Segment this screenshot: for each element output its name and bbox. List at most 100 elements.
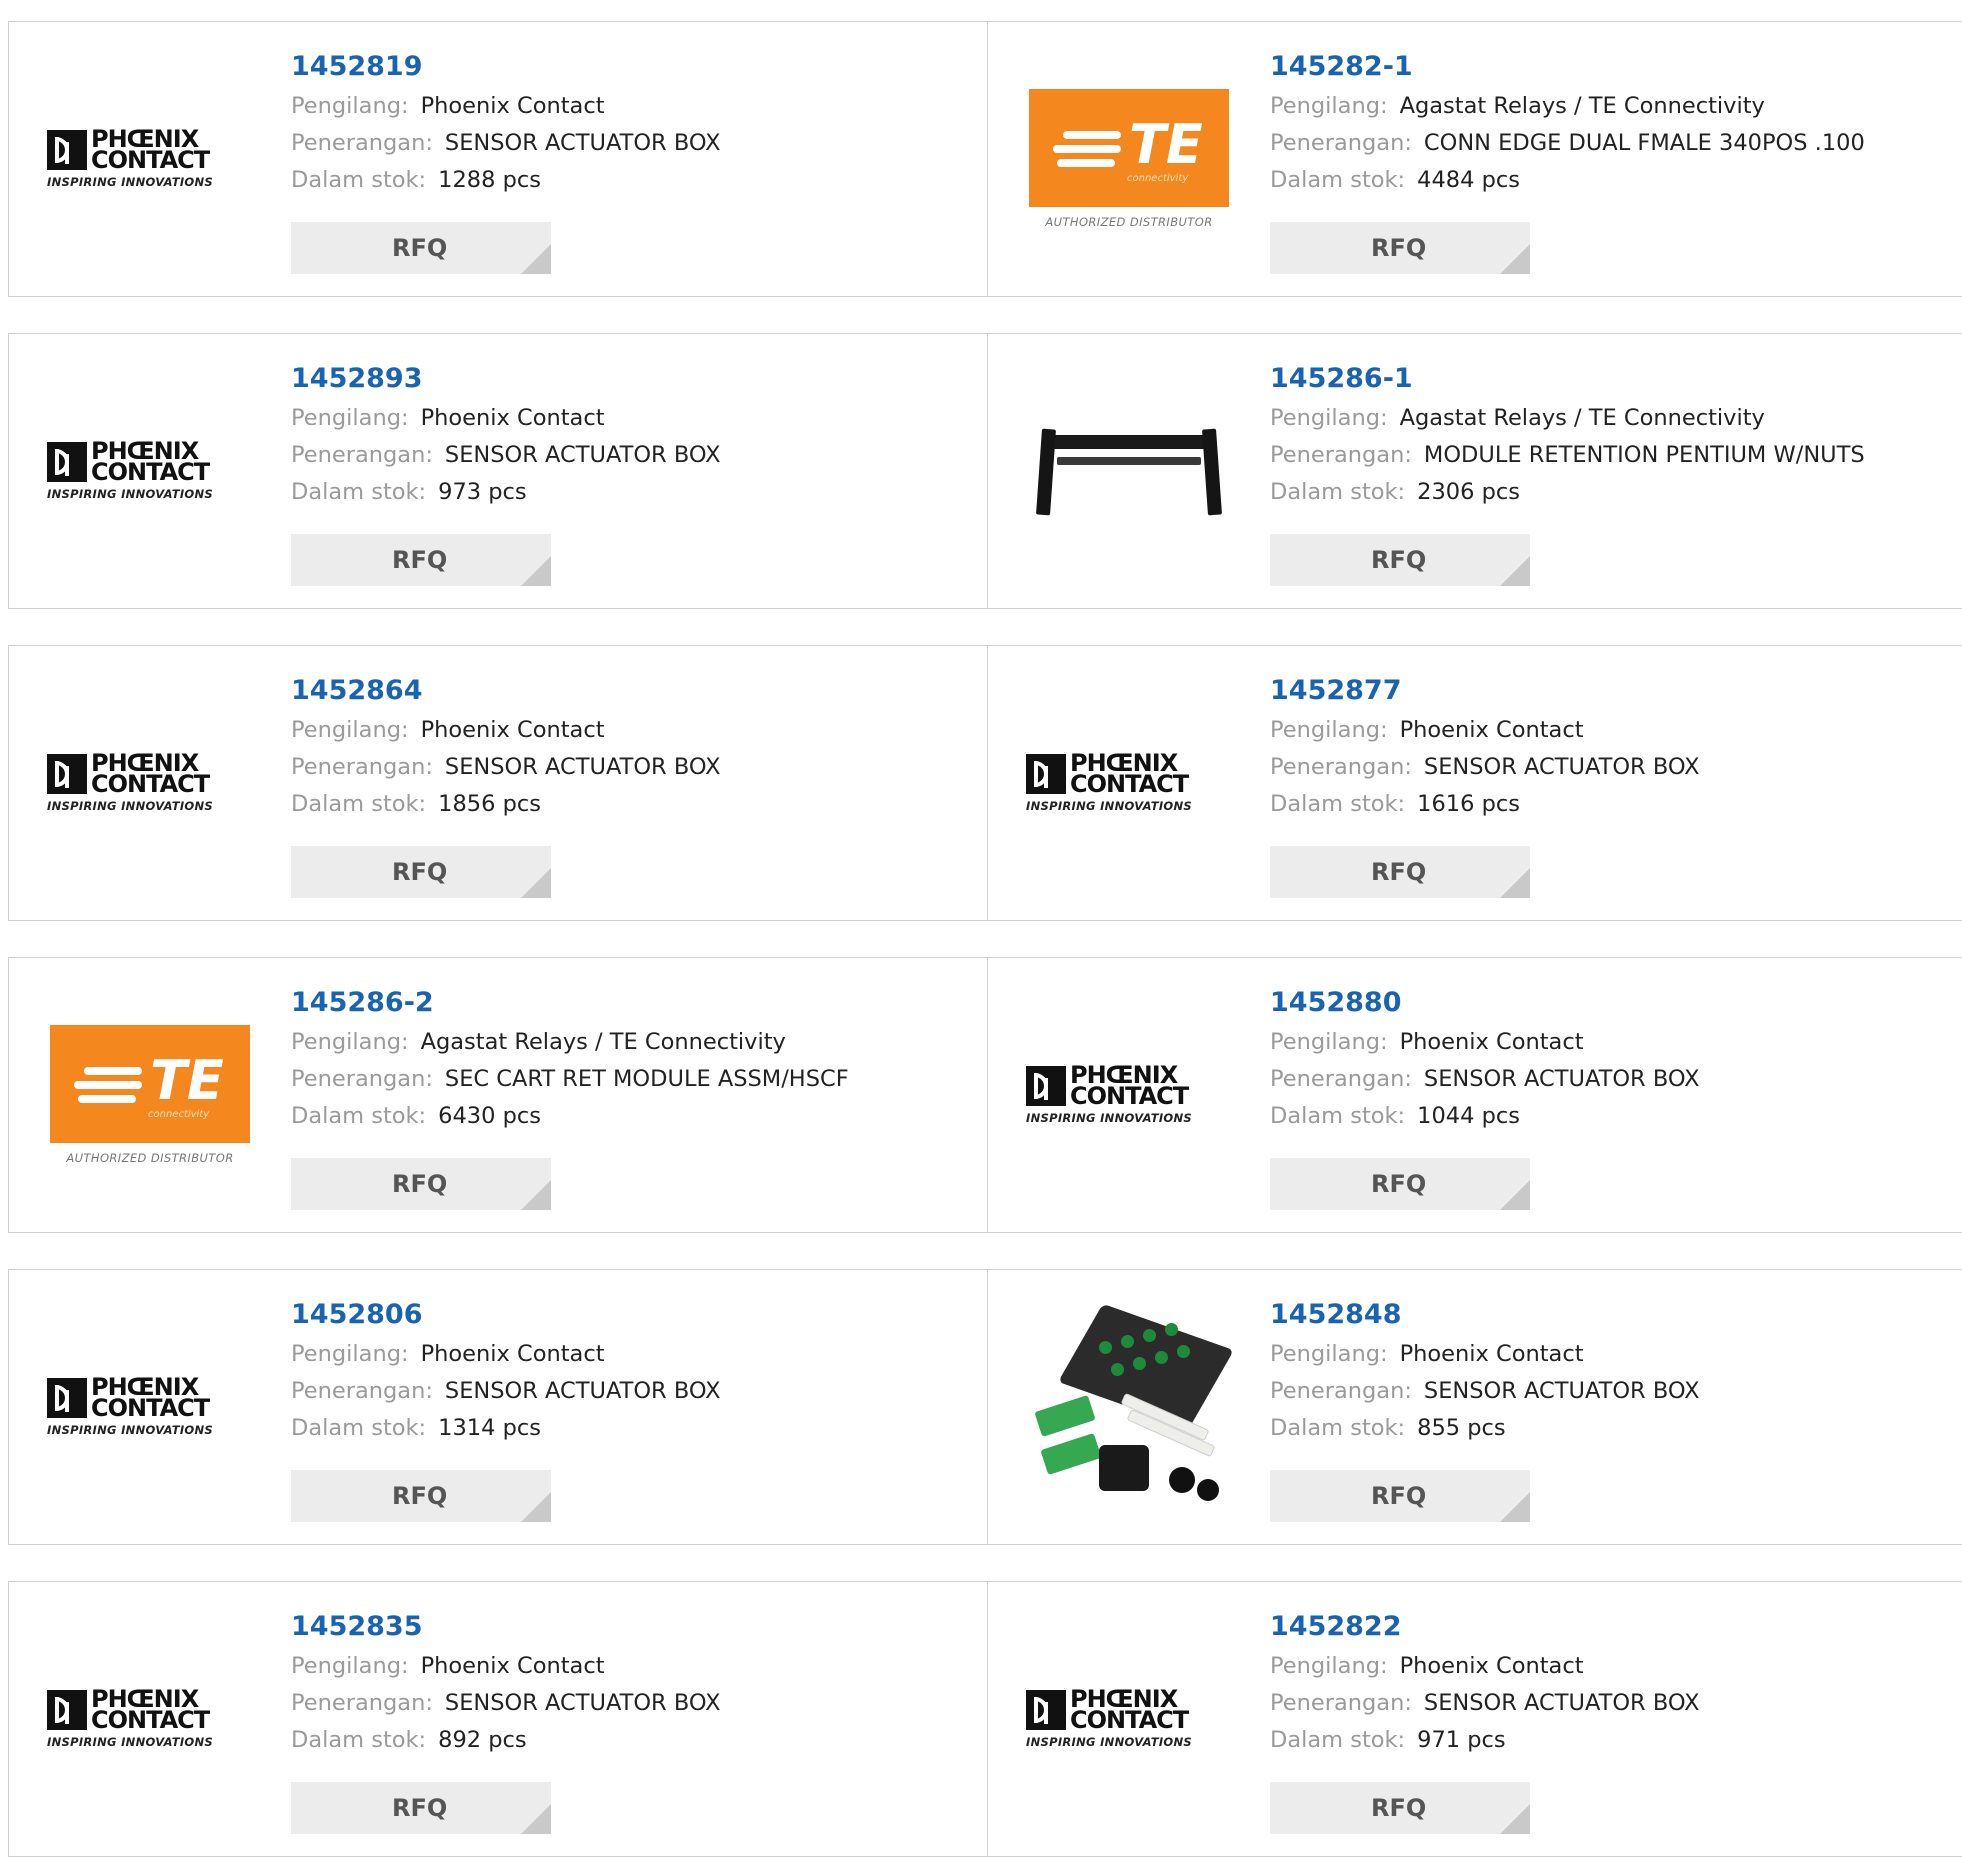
- stock-label: Dalam stok:: [291, 167, 427, 193]
- product-card: 145286-1 Pengilang: Agastat Relays / TE Co…: [987, 333, 1962, 609]
- manufacturer-row: Pengilang: Phoenix Contact: [1270, 1336, 1700, 1373]
- part-number-link[interactable]: 145286-1: [1270, 362, 1865, 400]
- product-card: TE connectivity AUTHORIZED DISTRIBUTOR 1452…: [987, 21, 1962, 297]
- part-number-link[interactable]: 1452822: [1270, 1610, 1700, 1648]
- product-info: 1452848 Pengilang: Phoenix Contact Penerang…: [1270, 1298, 1700, 1447]
- description-value: SENSOR ACTUATOR BOX: [444, 1378, 721, 1404]
- description-label: Penerangan:: [1270, 1690, 1412, 1716]
- description-row: Penerangan: CONN EDGE DUAL FMALE 340POS .…: [1270, 125, 1865, 162]
- logo-tagline: INSPIRING INNOVATIONS: [47, 487, 214, 501]
- manufacturer-row: Pengilang: Phoenix Contact: [291, 712, 721, 749]
- manufacturer-label: Pengilang:: [291, 93, 409, 119]
- product-image[interactable]: PHŒNIX CONTACT INSPIRING INNOVATIONS: [47, 400, 253, 542]
- rfq-button[interactable]: RFQ: [1270, 846, 1530, 898]
- stock-label: Dalam stok:: [1270, 167, 1406, 193]
- manufacturer-label: Pengilang:: [1270, 405, 1388, 431]
- description-row: Penerangan: SENSOR ACTUATOR BOX: [1270, 1685, 1700, 1722]
- manufacturer-label: Pengilang:: [1270, 1029, 1388, 1055]
- description-value: SEC CART RET MODULE ASSM/HSCF: [444, 1066, 849, 1092]
- product-image[interactable]: [1026, 1303, 1234, 1501]
- manufacturer-row: Pengilang: Phoenix Contact: [1270, 1648, 1700, 1685]
- stock-row: Dalam stok: 855 pcs: [1270, 1410, 1700, 1447]
- product-image[interactable]: [1026, 400, 1232, 542]
- product-image[interactable]: PHŒNIX CONTACT INSPIRING INNOVATIONS: [1026, 1024, 1232, 1166]
- stock-row: Dalam stok: 1314 pcs: [291, 1410, 721, 1447]
- logo-line-2: CONTACT: [1070, 1082, 1189, 1110]
- rfq-button[interactable]: RFQ: [291, 1470, 551, 1522]
- sensor-box-photo: [1029, 1303, 1234, 1507]
- rfq-button[interactable]: RFQ: [1270, 1470, 1530, 1522]
- stock-value: 973 pcs: [438, 479, 527, 505]
- rfq-button[interactable]: RFQ: [291, 1158, 551, 1210]
- part-number-link[interactable]: 1452893: [291, 362, 721, 400]
- description-label: Penerangan:: [291, 442, 433, 468]
- manufacturer-value: Phoenix Contact: [420, 1341, 605, 1367]
- logo-line-2: CONTACT: [1070, 1706, 1189, 1734]
- rfq-button[interactable]: RFQ: [1270, 1158, 1530, 1210]
- rfq-button[interactable]: RFQ: [1270, 534, 1530, 586]
- part-number-link[interactable]: 145286-2: [291, 986, 849, 1024]
- manufacturer-value: Agastat Relays / TE Connectivity: [1399, 93, 1765, 119]
- logo-line-2: CONTACT: [91, 1394, 210, 1422]
- manufacturer-value: Phoenix Contact: [1399, 1341, 1584, 1367]
- logo-tagline: INSPIRING INNOVATIONS: [1026, 1111, 1193, 1125]
- stock-value: 855 pcs: [1417, 1415, 1506, 1441]
- description-row: Penerangan: SENSOR ACTUATOR BOX: [291, 437, 721, 474]
- manufacturer-row: Pengilang: Phoenix Contact: [291, 1336, 721, 1373]
- te-logo-text: TE: [1129, 113, 1203, 176]
- phoenix-mark-icon: [1026, 1690, 1066, 1730]
- rfq-button[interactable]: RFQ: [1270, 222, 1530, 274]
- te-connectivity-logo: TE connectivity AUTHORIZED DISTRIBUTOR: [1029, 89, 1229, 229]
- rfq-button[interactable]: RFQ: [1270, 1782, 1530, 1834]
- description-row: Penerangan: SENSOR ACTUATOR BOX: [1270, 749, 1700, 786]
- te-connectivity-logo: TE connectivity AUTHORIZED DISTRIBUTOR: [50, 1025, 250, 1165]
- part-number-link[interactable]: 1452880: [1270, 986, 1700, 1024]
- product-card: PHŒNIX CONTACT INSPIRING INNOVATIONS 145289…: [8, 333, 988, 609]
- phoenix-mark-icon: [47, 754, 87, 794]
- part-number-link[interactable]: 1452806: [291, 1298, 721, 1336]
- rfq-button[interactable]: RFQ: [291, 846, 551, 898]
- manufacturer-label: Pengilang:: [1270, 1653, 1388, 1679]
- stock-value: 1044 pcs: [1417, 1103, 1520, 1129]
- product-image[interactable]: PHŒNIX CONTACT INSPIRING INNOVATIONS: [47, 1648, 253, 1790]
- part-number-link[interactable]: 145282-1: [1270, 50, 1865, 88]
- product-info: 1452877 Pengilang: Phoenix Contact Penerang…: [1270, 674, 1700, 823]
- part-number-link[interactable]: 1452864: [291, 674, 721, 712]
- product-image[interactable]: TE connectivity AUTHORIZED DISTRIBUTOR: [47, 1024, 253, 1166]
- product-image[interactable]: PHŒNIX CONTACT INSPIRING INNOVATIONS: [1026, 712, 1232, 854]
- description-label: Penerangan:: [1270, 442, 1412, 468]
- stock-value: 2306 pcs: [1417, 479, 1520, 505]
- product-image[interactable]: PHŒNIX CONTACT INSPIRING INNOVATIONS: [47, 88, 253, 230]
- te-logo-text: TE: [150, 1049, 224, 1112]
- product-info: 145286-1 Pengilang: Agastat Relays / TE Co…: [1270, 362, 1865, 511]
- description-value: CONN EDGE DUAL FMALE 340POS .100: [1423, 130, 1865, 156]
- description-row: Penerangan: SENSOR ACTUATOR BOX: [1270, 1061, 1700, 1098]
- part-number-link[interactable]: 1452877: [1270, 674, 1700, 712]
- rfq-button[interactable]: RFQ: [291, 222, 551, 274]
- logo-line-2: CONTACT: [91, 1706, 210, 1734]
- part-number-link[interactable]: 1452819: [291, 50, 721, 88]
- part-number-link[interactable]: 1452835: [291, 1610, 721, 1648]
- description-row: Penerangan: SEC CART RET MODULE ASSM/HSCF: [291, 1061, 849, 1098]
- description-label: Penerangan:: [291, 1690, 433, 1716]
- rfq-button[interactable]: RFQ: [291, 534, 551, 586]
- stock-value: 1288 pcs: [438, 167, 541, 193]
- te-logo-box: TE connectivity: [50, 1025, 250, 1143]
- product-image[interactable]: PHŒNIX CONTACT INSPIRING INNOVATIONS: [47, 712, 253, 854]
- rfq-button[interactable]: RFQ: [291, 1782, 551, 1834]
- stock-row: Dalam stok: 892 pcs: [291, 1722, 721, 1759]
- product-image[interactable]: PHŒNIX CONTACT INSPIRING INNOVATIONS: [47, 1336, 253, 1478]
- stock-row: Dalam stok: 1044 pcs: [1270, 1098, 1700, 1135]
- logo-tagline: INSPIRING INNOVATIONS: [47, 1423, 214, 1437]
- product-image[interactable]: PHŒNIX CONTACT INSPIRING INNOVATIONS: [1026, 1648, 1232, 1790]
- product-info: 145282-1 Pengilang: Agastat Relays / TE Co…: [1270, 50, 1865, 199]
- part-number-link[interactable]: 1452848: [1270, 1298, 1700, 1336]
- product-info: 1452893 Pengilang: Phoenix Contact Penerang…: [291, 362, 721, 511]
- logo-tagline: INSPIRING INNOVATIONS: [47, 175, 214, 189]
- manufacturer-label: Pengilang:: [291, 1341, 409, 1367]
- stock-value: 4484 pcs: [1417, 167, 1520, 193]
- stock-label: Dalam stok:: [291, 791, 427, 817]
- manufacturer-value: Agastat Relays / TE Connectivity: [1399, 405, 1765, 431]
- product-image[interactable]: TE connectivity AUTHORIZED DISTRIBUTOR: [1026, 88, 1232, 230]
- phoenix-contact-logo: PHŒNIX CONTACT INSPIRING INNOVATIONS: [1026, 1063, 1232, 1125]
